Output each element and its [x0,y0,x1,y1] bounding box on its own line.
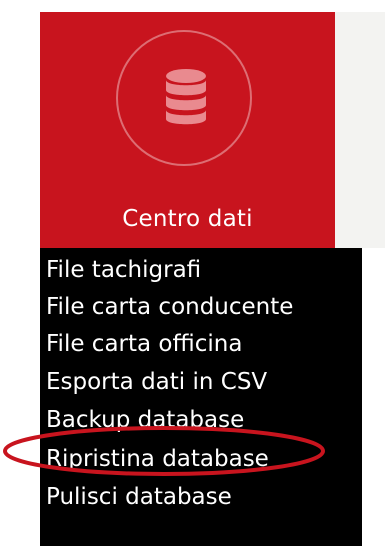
data-center-submenu: File tachigrafi File carta conducente Fi… [40,248,362,546]
content-panel [335,12,385,248]
data-center-tile[interactable]: Centro dati [40,12,335,248]
menu-item-driver-card-files[interactable]: File carta conducente [40,289,362,325]
menu-item-clean-database[interactable]: Pulisci database [40,479,362,515]
menu-item-export-csv[interactable]: Esporta dati in CSV [40,364,362,400]
menu-item-tachograph-files[interactable]: File tachigrafi [40,252,362,288]
menu-item-workshop-card-files[interactable]: File carta officina [40,326,362,362]
database-icon [166,69,206,125]
menu-item-restore-database[interactable]: Ripristina database [40,441,362,477]
screenshot-stage: Centro dati File tachigrafi File carta c… [0,0,385,546]
menu-item-backup-database[interactable]: Backup database [40,402,362,438]
tile-label: Centro dati [122,206,253,232]
